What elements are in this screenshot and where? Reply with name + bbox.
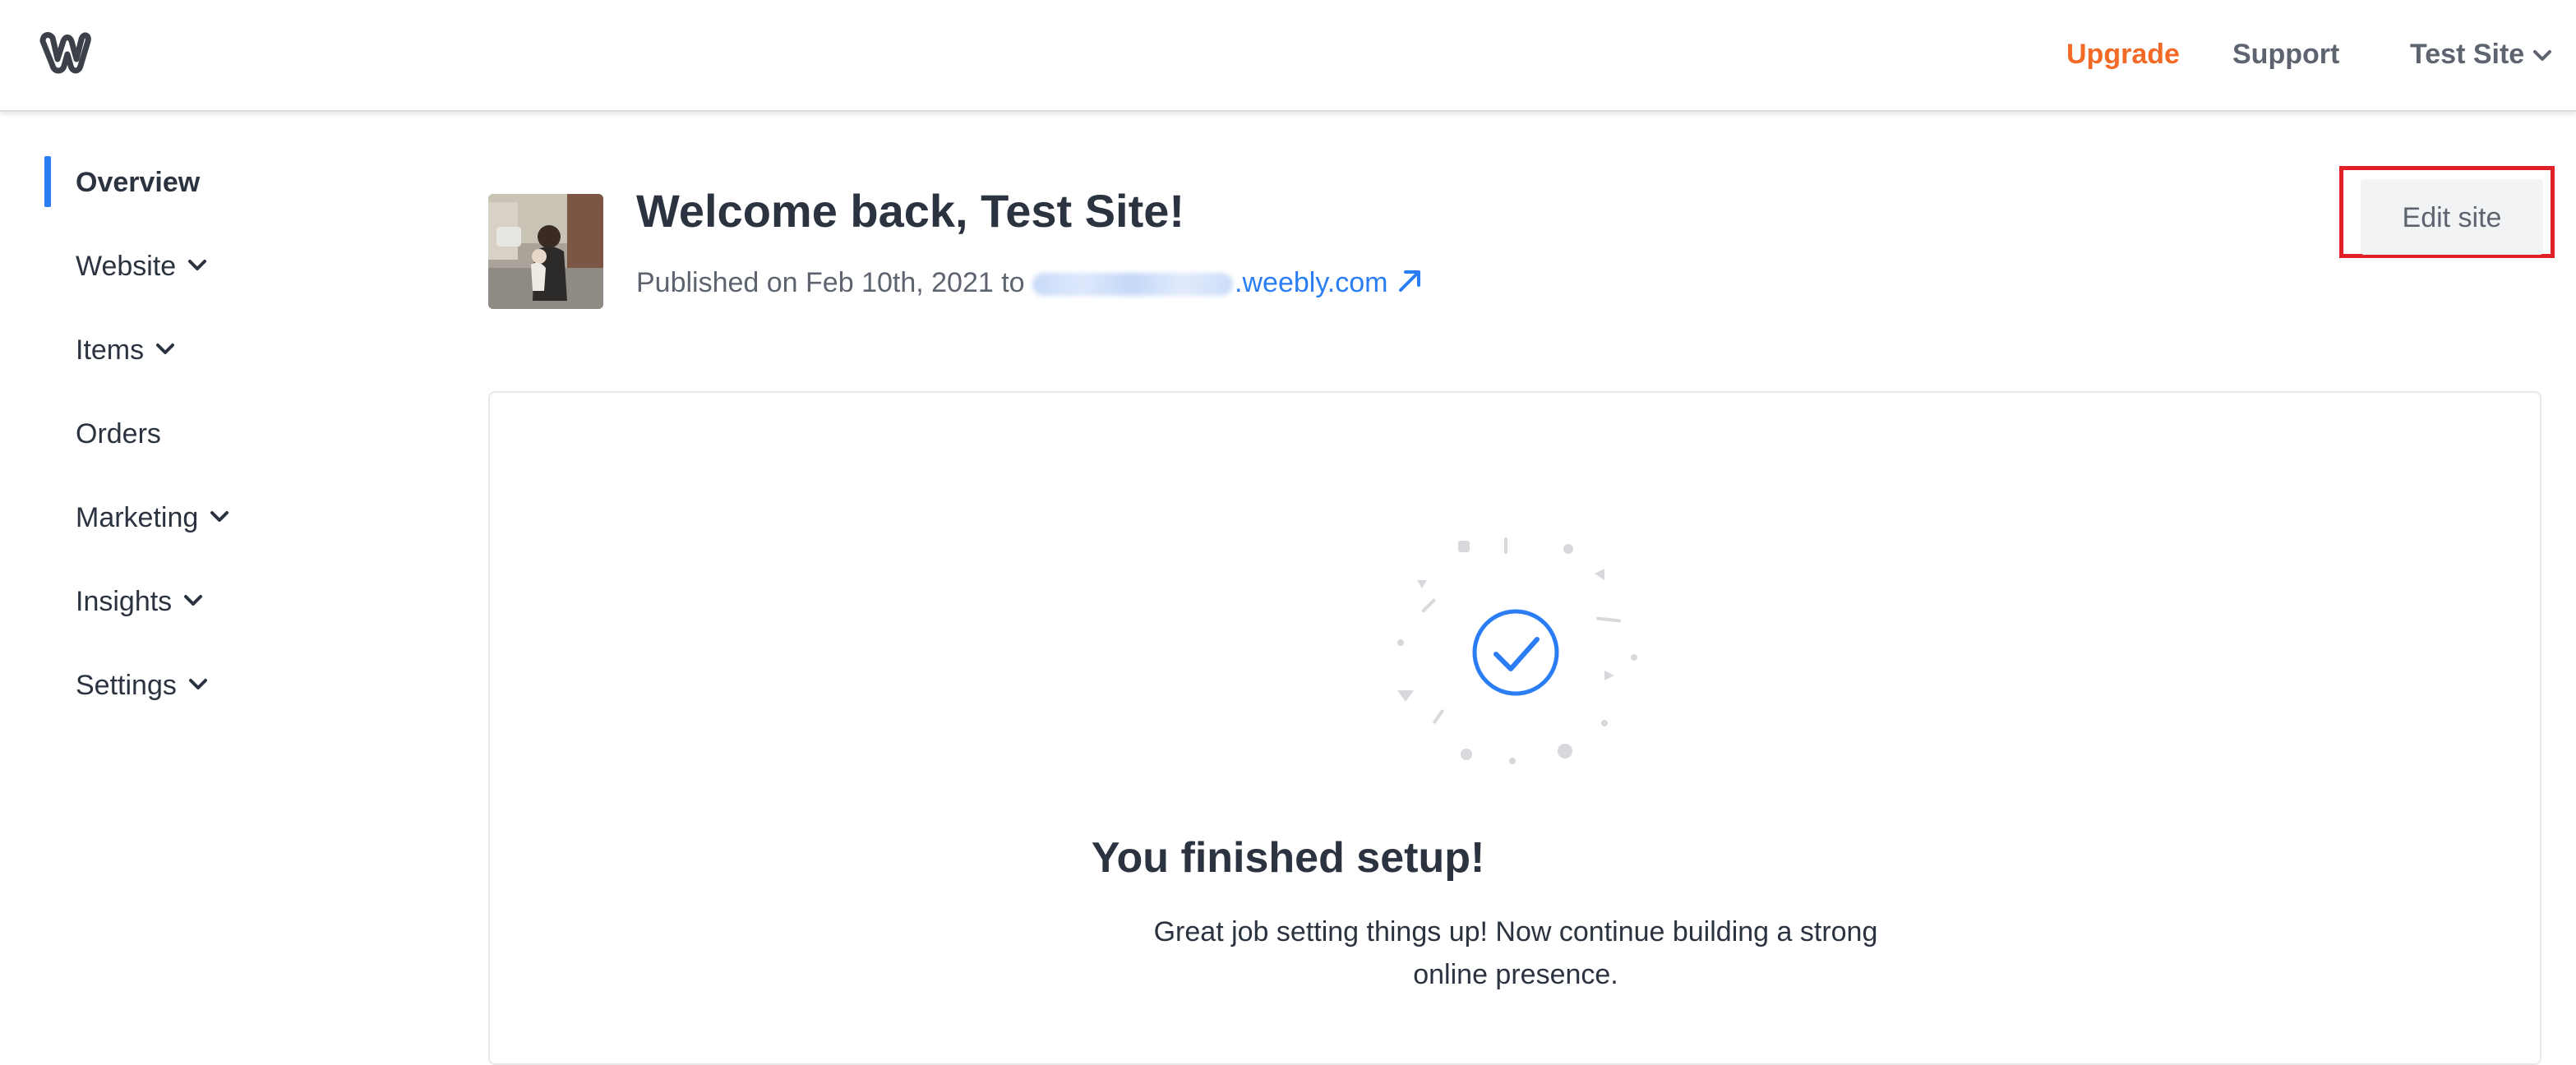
chevron-down-icon — [156, 343, 175, 355]
sidebar-item-marketing[interactable]: Marketing — [76, 500, 229, 536]
sidebar-item-label: Marketing — [76, 502, 199, 533]
site-thumbnail[interactable] — [488, 194, 603, 309]
checkmark-celebration-icon — [1397, 537, 1637, 764]
redacted-subdomain — [1032, 273, 1234, 297]
chevron-down-icon — [188, 260, 207, 271]
chevron-down-icon — [188, 679, 207, 690]
upgrade-link[interactable]: Upgrade — [2066, 36, 2180, 72]
sidebar-item-overview[interactable]: Overview — [76, 164, 200, 201]
sidebar-item-label: Overview — [76, 167, 201, 198]
chevron-down-icon — [210, 511, 229, 523]
site-selector-label: Test Site — [2410, 39, 2525, 70]
setup-complete-description: Great job setting things up! Now continu… — [1153, 916, 1878, 990]
sidebar-item-label: Items — [76, 334, 145, 366]
sidebar-item-website[interactable]: Website — [76, 248, 207, 284]
active-indicator — [44, 156, 51, 207]
external-link-icon[interactable] — [1396, 267, 1424, 295]
site-selector[interactable]: Test Site — [2410, 36, 2552, 72]
sidebar-item-settings[interactable]: Settings — [76, 667, 208, 703]
sidebar-item-label: Settings — [76, 670, 177, 701]
top-navigation-bar: Upgrade Support Test Site — [0, 0, 2576, 112]
chevron-down-icon — [2533, 50, 2552, 62]
site-domain-suffix: .weebly.com — [1235, 267, 1388, 298]
sidebar-item-label: Website — [76, 251, 177, 282]
sidebar: Overview Website Items Orders Marketing … — [0, 112, 427, 1045]
published-info: Published on Feb 10th, 2021 to .weebly.c… — [636, 265, 1424, 301]
site-thumbnail-image — [488, 194, 603, 309]
sidebar-item-insights[interactable]: Insights — [76, 583, 203, 620]
site-url-link[interactable]: .weebly.com — [1032, 267, 1387, 298]
welcome-title: Welcome back, Test Site! — [636, 185, 1185, 237]
edit-site-button[interactable]: Edit site — [2361, 179, 2543, 255]
chevron-down-icon — [184, 595, 203, 606]
sidebar-item-orders[interactable]: Orders — [76, 416, 161, 452]
sidebar-item-label: Insights — [76, 586, 173, 617]
weebly-w-logo-icon[interactable] — [38, 30, 92, 76]
setup-complete-title: You finished setup! — [1091, 834, 1485, 882]
sidebar-item-items[interactable]: Items — [76, 332, 175, 368]
published-prefix: Published on Feb 10th, 2021 to — [636, 267, 1025, 298]
support-link[interactable]: Support — [2232, 36, 2339, 72]
sidebar-item-label: Orders — [76, 418, 161, 450]
